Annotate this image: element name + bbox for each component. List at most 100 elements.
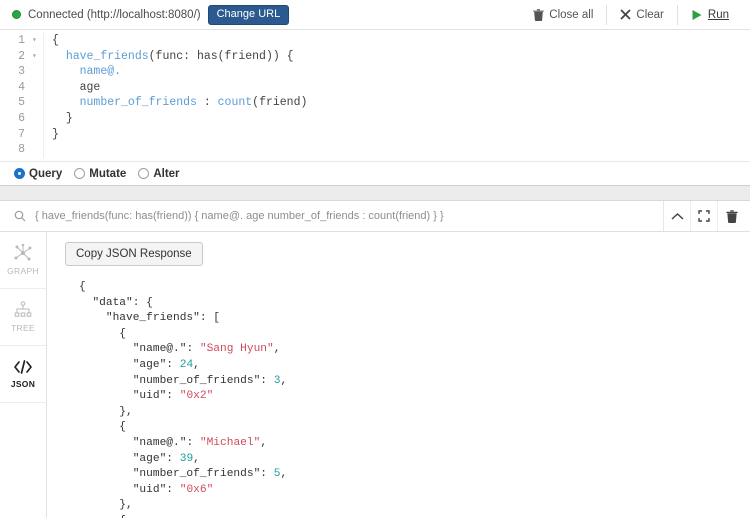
code-token: } [65,111,73,125]
sidebar-item-graph-label: GRAPH [7,266,39,276]
query-result-header: { have_friends(func: has(friend)) { name… [0,201,750,232]
json-line: "uid": "0x6" [79,483,750,499]
query-header-icons [664,201,750,231]
json-line: { [79,420,750,436]
close-x-icon [620,9,632,20]
editor-line-number: 4 [18,80,25,94]
radio-alter[interactable]: Alter [138,167,180,180]
json-token: : [ [199,312,221,325]
json-token: : { [132,296,153,309]
panel-divider-strip [0,186,750,201]
json-token: }, [119,405,133,418]
code-token: } [52,127,59,141]
json-line: { [79,327,750,343]
dgraph-ratel-app: Connected (http://localhost:8080/) Chang… [0,0,750,518]
json-token: "name@." [132,343,187,356]
editor-code-line: } [52,127,750,143]
editor-line-number: 6 [18,111,25,125]
fold-toggle-icon[interactable]: ▾ [32,49,43,65]
json-line: "age": 39, [79,452,750,468]
radio-label: Alter [153,167,180,180]
clear-button[interactable]: Clear [606,4,676,25]
editor-code-line [52,142,750,158]
editor-line-number: 1 [18,34,25,47]
query-editor[interactable]: 12345678 ▾ ▾ { have_friends(func: has(fri… [0,30,750,162]
json-line: "number_of_friends": 5, [79,467,750,483]
json-line: "name@.": "Michael", [79,436,750,452]
sidebar-item-tree-label: TREE [11,323,35,333]
json-token: , [193,358,200,371]
json-token: { [119,421,127,434]
json-token: , [280,468,288,481]
result-view-sidebar: GRAPH TREE JSON [0,232,47,518]
editor-fold-column[interactable]: ▾ ▾ [32,33,43,158]
code-token: number_of_friends [79,96,197,110]
json-token: : [186,436,200,449]
json-token: "have_friends" [105,312,200,325]
json-token: : [186,343,200,356]
delete-query-trash-icon[interactable] [718,201,750,231]
operation-mode-radio-group: Query Mutate Alter [0,162,750,186]
json-token: "data" [92,296,133,309]
sidebar-item-json[interactable]: JSON [0,346,46,403]
run-label: Run [707,8,729,21]
editor-inner: 12345678 ▾ ▾ { have_friends(func: has(fri… [0,30,750,158]
result-content: GRAPH TREE JSON Copy JSON Response {"da… [0,232,750,518]
fullscreen-icon[interactable] [691,201,718,231]
graph-nodes-icon [13,244,33,262]
json-token: "name@." [132,436,187,449]
query-summary-group[interactable]: { have_friends(func: has(friend)) { name… [0,201,664,231]
code-token: : [196,96,218,110]
json-token: 24 [179,358,194,371]
change-url-button[interactable]: Change URL [207,4,290,25]
toolbar-actions: Close all Clear Run [520,0,742,29]
json-response-body[interactable]: { "data": { "have_friends": [ { "name@."… [65,280,750,518]
json-token: }, [119,499,133,512]
editor-code-line: name@. [52,64,750,80]
radio-indicator[interactable] [138,168,150,179]
code-token: count [217,96,253,110]
code-brackets-icon [13,359,33,375]
json-line: { [79,280,750,296]
json-token: "number_of_friends" [132,374,261,387]
json-token: { [79,281,86,293]
chevron-up-icon[interactable] [664,201,691,231]
json-token: 39 [179,452,194,465]
radio-indicator[interactable] [14,168,25,179]
radio-query[interactable]: Query [14,168,62,180]
fold-toggle-icon[interactable]: ▾ [32,33,43,49]
connection-status-label: Connected (http://localhost:8080/) [28,8,201,21]
copy-json-response-button[interactable]: Copy JSON Response [65,242,203,266]
radio-mutate[interactable]: Mutate [74,168,126,180]
json-token: : [260,468,274,481]
run-button[interactable]: Run [676,4,742,25]
json-token: { [119,327,127,340]
json-token: , [273,343,281,356]
json-line: "data": { [79,296,750,312]
sidebar-item-json-label: JSON [10,379,36,389]
json-line: "have_friends": [ [79,311,750,327]
sidebar-item-graph[interactable]: GRAPH [0,232,46,289]
editor-code-area[interactable]: { have_friends(func: has(friend)) { name… [43,33,750,158]
editor-code-line: } [52,111,750,127]
json-token: : [166,390,180,403]
editor-line-numbers: 12345678 [0,33,32,158]
json-token: : [166,483,180,496]
connection-status-dot [12,10,21,19]
json-token: "Sang Hyun" [199,343,274,356]
radio-label: Mutate [89,167,127,180]
sidebar-item-tree[interactable]: TREE [0,289,46,346]
editor-line-number: 2 [18,49,25,63]
trash-icon [533,8,544,21]
json-result-panel: Copy JSON Response { "data": { "have_fri… [47,232,750,518]
json-token: "uid" [132,390,167,403]
close-all-button[interactable]: Close all [520,5,606,25]
radio-indicator[interactable] [74,168,86,179]
json-token: "0x2" [179,390,214,403]
json-token: "number_of_friends" [132,468,261,481]
json-line: }, [79,405,750,421]
